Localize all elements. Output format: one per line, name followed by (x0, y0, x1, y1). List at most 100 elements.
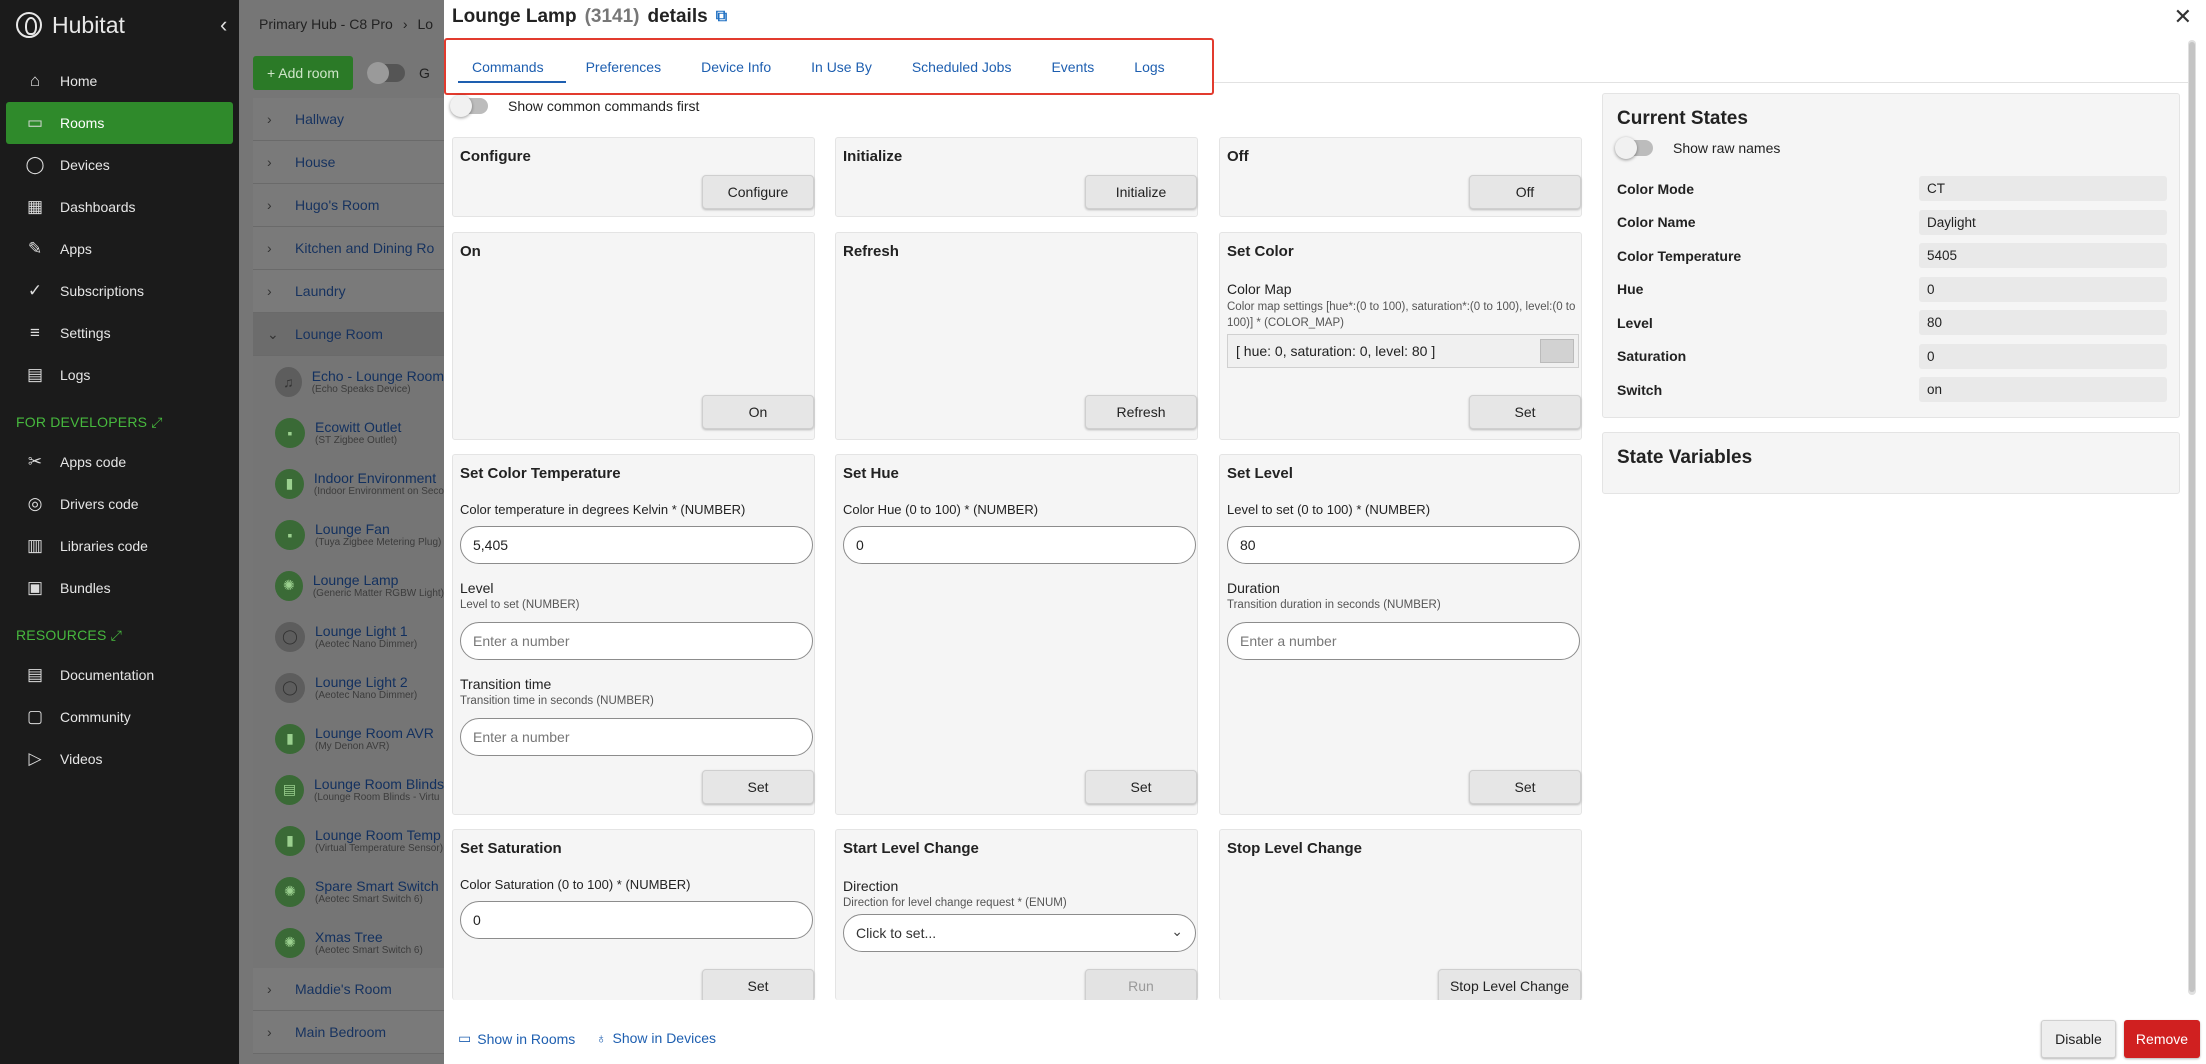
sidebar-item-videos[interactable]: ▷ Videos (6, 738, 233, 780)
state-value: 80 (1919, 310, 2167, 335)
sidebar-item-dashboards[interactable]: ▦ Dashboards (6, 186, 233, 228)
room-row[interactable]: › Laundry (253, 270, 444, 313)
set-hue-button[interactable]: Set (1085, 770, 1197, 804)
stop-level-change-button[interactable]: Stop Level Change (1438, 969, 1581, 1003)
device-name[interactable]: Lounge Fan (315, 521, 441, 537)
sidebar-item-rooms[interactable]: ▭ Rooms (6, 102, 233, 144)
state-key: Level (1617, 314, 1653, 331)
sidebar-item-home[interactable]: ⌂ Home (6, 60, 233, 102)
room-row[interactable]: › Hallway (253, 98, 444, 141)
collapse-sidebar-icon[interactable]: ‹ (220, 12, 227, 38)
sidebar-item-libraries-code[interactable]: ▥ Libraries code (6, 525, 233, 567)
scrollbar-thumb[interactable] (2189, 42, 2195, 992)
configure-button[interactable]: Configure (702, 175, 814, 209)
add-room-button[interactable]: + Add room (253, 56, 353, 90)
sidebar-item-apps-code[interactable]: ✂ Apps code (6, 441, 233, 483)
run-button[interactable]: Run (1085, 969, 1197, 1003)
device-name[interactable]: Spare Smart Switch (315, 878, 439, 894)
sidebar-item-subscriptions[interactable]: ✓ Subscriptions (6, 270, 233, 312)
room-row[interactable]: › Main Bedroom (253, 1011, 444, 1054)
remove-button[interactable]: Remove (2124, 1020, 2200, 1058)
device-name[interactable]: Xmas Tree (315, 929, 423, 945)
show-in-rooms-link[interactable]: ▭ Show in Rooms (458, 1030, 575, 1047)
device-name[interactable]: Echo - Lounge Room (312, 368, 444, 384)
ct-level-input[interactable]: Enter a number (460, 622, 813, 660)
duration-input[interactable]: Enter a number (1227, 622, 1580, 660)
device-text: Spare Smart Switch (Aeotec Smart Switch 6… (315, 878, 439, 905)
device-row[interactable]: ◯ Lounge Light 1 (Aeotec Nano Dimmer) (253, 611, 444, 662)
sidebar-item-apps[interactable]: ✎ Apps (6, 228, 233, 270)
color-temperature-input[interactable]: 5,405 (460, 526, 813, 564)
device-row[interactable]: ✺ Lounge Lamp (Generic Matter RGBW Light) (253, 560, 444, 611)
device-name[interactable]: Lounge Room Temp (315, 827, 443, 843)
sidebar-item-community[interactable]: ▢ Community (6, 696, 233, 738)
device-name[interactable]: Lounge Room Blinds (314, 776, 444, 792)
on-button[interactable]: On (702, 395, 814, 429)
refresh-button[interactable]: Refresh (1085, 395, 1197, 429)
sidebar-item-settings[interactable]: ≡ Settings (6, 312, 233, 354)
room-row-open[interactable]: ⌄ Lounge Room (253, 313, 444, 356)
raw-names-row: Show raw names (1615, 137, 1780, 159)
tab-scheduled-jobs[interactable]: Scheduled Jobs (892, 40, 1032, 93)
level-input[interactable]: 80 (1227, 526, 1580, 564)
device-name[interactable]: Indoor Environment (314, 470, 444, 486)
device-row[interactable]: ▤ Lounge Room Blinds (Lounge Room Blinds -… (253, 764, 444, 815)
device-row[interactable]: ▮ Lounge Room AVR (My Denon AVR) (253, 713, 444, 764)
transition-time-input[interactable]: Enter a number (460, 718, 813, 756)
sidebar-item-devices[interactable]: ◯ Devices (6, 144, 233, 186)
initialize-button[interactable]: Initialize (1085, 175, 1197, 209)
saturation-input[interactable]: 0 (460, 901, 813, 939)
tab-commands[interactable]: Commands (458, 40, 566, 93)
set-color-button[interactable]: Set (1469, 395, 1581, 429)
disable-button[interactable]: Disable (2041, 1020, 2116, 1058)
device-name[interactable]: Lounge Lamp (313, 572, 444, 588)
sidebar-item-bundles[interactable]: ▣ Bundles (6, 567, 233, 609)
rooms-toggle[interactable] (367, 62, 405, 84)
tab-in-use-by[interactable]: In Use By (791, 40, 892, 93)
sidebar-item-label: Logs (60, 367, 91, 383)
device-row[interactable]: ▪ Lounge Fan (Tuya Zigbee Metering Plug) (253, 509, 444, 560)
device-row[interactable]: ♫ Echo - Lounge Room (Echo Speaks Device) (253, 356, 444, 407)
off-button[interactable]: Off (1469, 175, 1581, 209)
device-name[interactable]: Lounge Light 1 (315, 623, 417, 639)
device-row[interactable]: ▪ Ecowitt Outlet (ST Zigbee Outlet) (253, 407, 444, 458)
device-row[interactable]: ▮ Lounge Room Temp (Virtual Temperature Se… (253, 815, 444, 866)
log-icon: ▤ (26, 365, 44, 384)
tab-events[interactable]: Events (1031, 40, 1114, 93)
device-row[interactable]: ◯ Lounge Light 2 (Aeotec Nano Dimmer) (253, 662, 444, 713)
set-level-button[interactable]: Set (1469, 770, 1581, 804)
device-row[interactable]: ✺ Spare Smart Switch (Aeotec Smart Switch … (253, 866, 444, 917)
device-name[interactable]: Lounge Light 2 (315, 674, 417, 690)
raw-names-toggle[interactable] (1615, 137, 1653, 159)
room-row[interactable]: › House (253, 141, 444, 184)
tab-logs[interactable]: Logs (1114, 40, 1184, 93)
direction-select[interactable]: Click to set... ⌄ (843, 914, 1196, 952)
room-row[interactable]: › Hugo's Room (253, 184, 444, 227)
close-icon[interactable]: ✕ (2174, 4, 2192, 30)
device-row[interactable]: ▮ Indoor Environment (Indoor Environment o… (253, 458, 444, 509)
sidebar-item-drivers-code[interactable]: ◎ Drivers code (6, 483, 233, 525)
room-row[interactable]: › Kitchen and Dining Ro (253, 227, 444, 270)
hue-input[interactable]: 0 (843, 526, 1196, 564)
color-map-input[interactable]: [ hue: 0, saturation: 0, level: 80 ] (1227, 334, 1579, 368)
device-name[interactable]: Ecowitt Outlet (315, 419, 401, 435)
tab-device-info[interactable]: Device Info (681, 40, 791, 93)
device-name[interactable]: Lounge Room AVR (315, 725, 434, 741)
sidebar-item-documentation[interactable]: ▤ Documentation (6, 654, 233, 696)
device-row[interactable]: ✺ Xmas Tree (Aeotec Smart Switch 6) (253, 917, 444, 968)
sidebar-item-logs[interactable]: ▤ Logs (6, 354, 233, 396)
chevron-down-icon: ⌄ (1171, 923, 1183, 939)
tab-preferences[interactable]: Preferences (566, 40, 681, 93)
room-row[interactable]: › Maddie's Room (253, 968, 444, 1011)
external-link-icon[interactable]: ⧉ (716, 8, 727, 26)
color-swatch[interactable] (1540, 339, 1574, 363)
common-first-toggle[interactable] (450, 95, 488, 117)
card-title: Set Color (1227, 243, 1294, 260)
breadcrumb-hub[interactable]: Primary Hub - C8 Pro (259, 16, 393, 32)
dialog-scrollbar[interactable] (2188, 40, 2196, 995)
show-in-devices-link[interactable]: ♁ Show in Devices (596, 1030, 716, 1046)
breadcrumb-current[interactable]: Lo (417, 16, 433, 32)
sidebar-item-label: Videos (60, 751, 103, 767)
set-saturation-button[interactable]: Set (702, 969, 814, 1003)
set-ct-button[interactable]: Set (702, 770, 814, 804)
